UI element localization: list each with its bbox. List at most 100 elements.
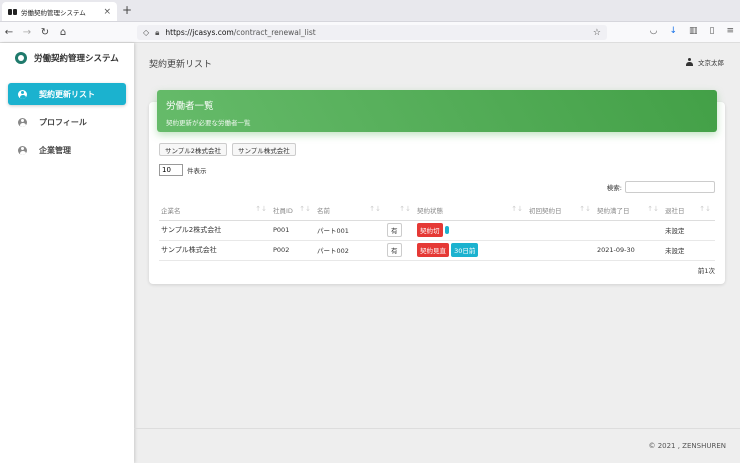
column-label: 企業名: [161, 206, 181, 215]
table-row[interactable]: サンプル2株式会社 P001 パート001 有 契約切 未設定: [159, 220, 715, 241]
sort-icon: ↑↓: [699, 205, 711, 213]
cell-name: パート001: [315, 220, 385, 241]
reader-icon[interactable]: ▯: [710, 26, 715, 36]
column-header-company[interactable]: 企業名 ↑↓: [159, 200, 271, 221]
pocket-icon[interactable]: ◡: [650, 26, 658, 36]
column-header-id[interactable]: 社員ID ↑↓: [271, 200, 315, 221]
cell-name: パート002: [315, 240, 385, 261]
user-name: 文京太郎: [698, 59, 724, 67]
user-circle-icon: [18, 145, 27, 155]
user-menu[interactable]: 文京太郎: [686, 57, 724, 67]
cell-end-date: [595, 220, 663, 241]
page-length-input[interactable]: [159, 164, 183, 176]
browser-nav-bar: ← → ↻ ⌂ ◇ 🔒︎ https://jcasys.com/contract…: [0, 22, 740, 43]
filter-button[interactable]: サンプル株式会社: [231, 143, 296, 156]
cell-first-date: [527, 220, 595, 241]
sidebar: 労働契約管理システム 契約更新リスト プロフィール 企業管理: [0, 43, 134, 463]
column-header-first-date[interactable]: 初回契約日 ↑↓: [527, 200, 595, 221]
card-header: 労働者一覧 契約更新が必要な労働者一覧: [157, 90, 717, 132]
worker-list-card: 労働者一覧 契約更新が必要な労働者一覧 サンプル2株式会社 サンプル株式会社 件…: [149, 90, 725, 284]
table-row[interactable]: サンプル株式会社 P002 パート002 有 契約見直 30日前 2021-09…: [159, 240, 715, 261]
brand-name: 労働契約管理システム: [34, 54, 119, 64]
cell-flag: 有: [385, 240, 415, 261]
sidebar-item-renewal-list[interactable]: 契約更新リスト: [8, 83, 126, 105]
lock-icon[interactable]: 🔒︎: [155, 28, 159, 38]
page-length: 件表示: [159, 164, 207, 176]
cell-leave-date: 未設定: [663, 240, 715, 261]
cell-id: P002: [271, 240, 315, 261]
back-icon[interactable]: ←: [0, 27, 18, 38]
sort-icon: ↑↓: [299, 205, 311, 213]
cell-end-date: 2021-09-30: [595, 240, 663, 261]
bookmark-star-icon[interactable]: ☆: [593, 28, 601, 38]
search: 検索:: [607, 181, 715, 193]
sort-icon: ↑↓: [369, 205, 381, 213]
menu-icon[interactable]: ≡: [726, 26, 734, 36]
cell-id: P001: [271, 220, 315, 241]
search-label: 検索:: [606, 184, 622, 192]
flag-chip[interactable]: 有: [387, 243, 402, 257]
column-label: 社員ID: [273, 206, 293, 215]
copyright: © 2021 , ZENSHUREN: [648, 442, 726, 450]
days-badge: 30日前: [451, 243, 479, 257]
page-title: 契約更新リスト: [149, 60, 213, 70]
company-filters: サンプル2株式会社 サンプル株式会社: [159, 143, 296, 156]
sort-icon: ↑↓: [255, 205, 267, 213]
status-badge: 契約切: [417, 223, 443, 237]
sidebar-item-label: 契約更新リスト: [39, 89, 95, 99]
shield-icon[interactable]: ◇: [143, 28, 149, 37]
user-circle-icon: [18, 117, 27, 127]
favicon-icon: [8, 8, 17, 15]
browser-tab[interactable]: 労働契約管理システム ×: [2, 2, 117, 21]
sort-icon: ↑↓: [647, 205, 659, 213]
cell-company: サンプル株式会社: [159, 240, 271, 261]
download-icon[interactable]: ↓: [669, 26, 677, 36]
flag-chip[interactable]: 有: [387, 223, 402, 237]
logo-icon: [15, 52, 27, 64]
column-header-status[interactable]: 契約状態 ↑↓: [415, 200, 527, 221]
home-icon[interactable]: ⌂: [54, 27, 72, 38]
sidebar-item-profile[interactable]: プロフィール: [8, 111, 126, 133]
card-subtitle: 契約更新が必要な労働者一覧: [166, 119, 251, 127]
page-length-label: 件表示: [187, 167, 207, 175]
person-icon: [686, 58, 693, 66]
toolbar-icons: ◡ ↓ ▥ ▯ ≡: [650, 26, 734, 36]
sidebar-item-label: 企業管理: [39, 145, 71, 155]
status-badge: 契約見直: [417, 243, 449, 257]
card-title: 労働者一覧: [166, 101, 214, 112]
worker-table: 企業名 ↑↓ 社員ID ↑↓ 名前 ↑↓ ↑↓ 契約状態 ↑↓ 初回契約日 ↑↓ 契約満了…: [159, 200, 715, 261]
tab-title: 労働契約管理システム: [21, 8, 86, 17]
url-host: https://jcasys.com: [165, 28, 234, 37]
filter-button[interactable]: サンプル2株式会社: [159, 143, 227, 156]
search-input[interactable]: [625, 181, 715, 193]
column-label: 名前: [317, 206, 330, 215]
footer: © 2021 , ZENSHUREN: [134, 428, 740, 463]
user-circle-icon: [18, 89, 27, 99]
column-label: 退社日: [665, 206, 685, 215]
pagination[interactable]: 前1次: [698, 265, 715, 275]
cell-flag: 有: [385, 220, 415, 241]
column-header-flag[interactable]: ↑↓: [385, 200, 415, 221]
cell-first-date: [527, 240, 595, 261]
column-header-end-date[interactable]: 契約満了日 ↑↓: [595, 200, 663, 221]
url-bar[interactable]: ◇ 🔒︎ https://jcasys.com/contract_renewal…: [137, 25, 607, 40]
table-header-row: 企業名 ↑↓ 社員ID ↑↓ 名前 ↑↓ ↑↓ 契約状態 ↑↓ 初回契約日 ↑↓ 契約満了…: [159, 200, 715, 221]
column-label: 初回契約日: [529, 206, 562, 215]
column-header-name[interactable]: 名前 ↑↓: [315, 200, 385, 221]
new-tab-button[interactable]: +: [122, 3, 132, 17]
sidebar-item-company[interactable]: 企業管理: [8, 139, 126, 161]
forward-icon[interactable]: →: [18, 27, 36, 38]
url-text[interactable]: https://jcasys.com/contract_renewal_list: [165, 28, 587, 37]
cell-status: 契約切: [415, 220, 527, 241]
reload-icon[interactable]: ↻: [36, 27, 54, 38]
tab-close-icon[interactable]: ×: [103, 7, 111, 17]
sort-icon: ↑↓: [511, 205, 523, 213]
brand[interactable]: 労働契約管理システム: [15, 52, 119, 64]
cell-status: 契約見直 30日前: [415, 240, 527, 261]
sidebar-item-label: プロフィール: [39, 117, 87, 127]
sort-icon: ↑↓: [399, 205, 411, 213]
sort-icon: ↑↓: [579, 205, 591, 213]
library-icon[interactable]: ▥: [689, 26, 698, 36]
cell-leave-date: 未設定: [663, 220, 715, 241]
column-header-leave-date[interactable]: 退社日 ↑↓: [663, 200, 715, 221]
